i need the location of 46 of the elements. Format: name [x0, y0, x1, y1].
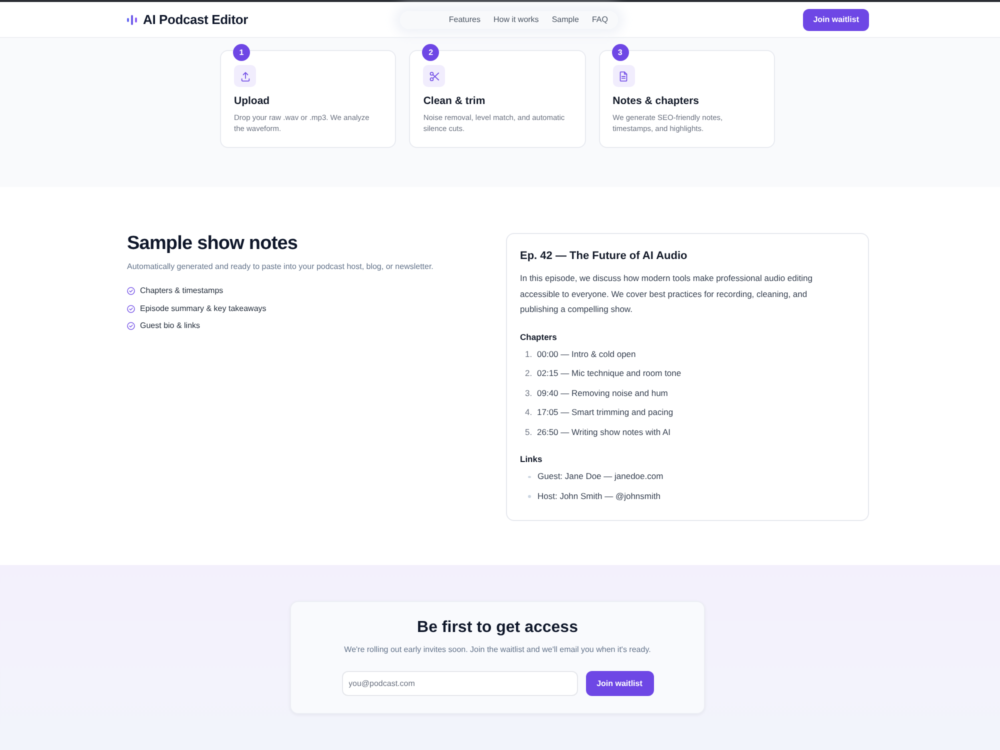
email-input[interactable]: you@podcast.com — [342, 671, 578, 696]
join-waitlist-button[interactable]: Join waitlist — [586, 671, 654, 696]
section-subtitle: Automatically generated and ready to paste into your podcast host, blog, or newsletter. — [127, 261, 434, 273]
chapter-item: 00:00 — Intro & cold open — [537, 348, 636, 361]
bullet-icon — [528, 476, 530, 478]
logo-icon — [127, 14, 138, 24]
notes-section-heading: Links — [520, 453, 544, 466]
document-icon — [612, 65, 635, 87]
step-title: Clean & trim — [423, 94, 486, 108]
step-number: 1 — [233, 44, 250, 61]
feature-item: Chapters & timestamps — [140, 285, 224, 297]
link-item: Guest: Jane Doe — janedoe.com — [538, 470, 664, 484]
episode-title: Ep. 42 — The Future of AI Audio — [520, 249, 688, 264]
episode-summary: In this episode, we discuss how modern tools make professional audio editing accessible to everyone. We cover best practices for recording, cleaning, and publishing a compelling show. — [520, 272, 814, 316]
chapter-item: 17:05 — Smart trimming and pacing — [537, 406, 674, 420]
list-number: 1. — [524, 348, 534, 361]
notes-section-heading: Chapters — [520, 330, 558, 344]
chapter-item: 02:15 — Mic technique and room tone — [537, 367, 682, 380]
nav-link[interactable]: FAQ — [592, 14, 608, 26]
chapter-item: 09:40 — Removing noise and hum — [537, 386, 668, 400]
list-number: 2. — [524, 367, 534, 380]
list-number: 3. — [524, 386, 534, 400]
upload-icon — [234, 65, 256, 87]
logo-text: AI Podcast Editor — [143, 10, 248, 29]
list-number: 5. — [524, 426, 534, 439]
step-title: Upload — [234, 94, 271, 108]
waitlist-heading: Be first to get access — [417, 618, 578, 638]
nav-link[interactable]: Sample — [552, 14, 579, 26]
chapter-item: 26:50 — Writing show notes with AI — [537, 426, 671, 439]
step-number: 3 — [612, 44, 629, 61]
check-circle-icon — [127, 304, 135, 312]
bullet-icon — [528, 495, 530, 498]
link-item: Host: John Smith — @johnsmith — [538, 490, 660, 503]
check-circle-icon — [127, 287, 135, 295]
join-waitlist-button[interactable]: Join waitlist — [803, 8, 869, 30]
section-heading: Sample show notes — [127, 233, 299, 255]
step-title: Notes & chapters — [612, 94, 700, 108]
check-circle-icon — [127, 322, 135, 330]
nav-link[interactable]: Features — [448, 14, 480, 26]
feature-item: Episode summary & key takeaways — [140, 302, 266, 314]
step-number: 2 — [422, 44, 440, 61]
scissors-icon — [423, 65, 446, 87]
feature-item: Guest bio & links — [140, 320, 200, 332]
list-number: 4. — [524, 406, 534, 420]
nav-link[interactable]: How it works — [493, 14, 539, 26]
waitlist-subtitle: We're rolling out early invites soon. Join the waitlist and we'll email you when it's ready. — [344, 644, 651, 656]
